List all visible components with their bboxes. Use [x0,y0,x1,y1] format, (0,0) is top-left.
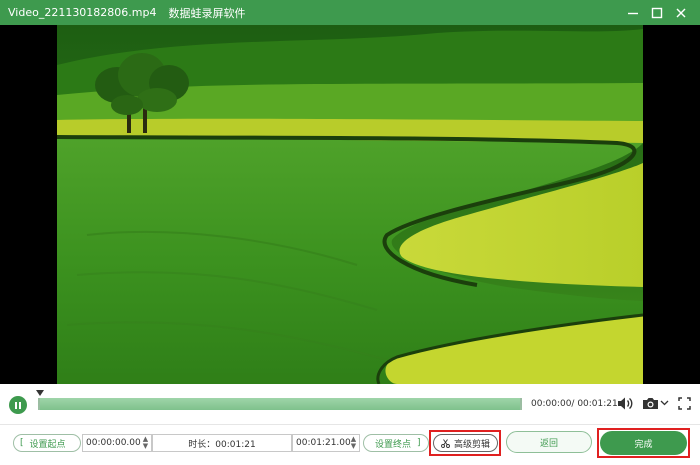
playback-controls: 00:00:00/ 00:01:21 [0,384,700,424]
playhead-handle[interactable] [36,390,44,396]
chevron-down-icon[interactable] [660,400,669,406]
advanced-edit-label: 高级剪辑 [453,439,490,450]
end-time-stepper[interactable]: ▲ ▼ [350,436,357,450]
done-label: 完成 [634,439,653,450]
app-name: 数据蛙录屏软件 [168,6,246,20]
timeline-progress [40,398,520,410]
file-title: Video_221130182806.mp4 [8,6,157,19]
landscape-frame-image [57,25,643,384]
pause-button[interactable] [9,396,27,414]
set-start-label: 设置起点 [29,439,66,450]
start-time-field[interactable]: 00:00:00.00 ▲ ▼ [82,434,152,452]
maximize-icon[interactable] [644,0,670,25]
bracket-left-icon: [ [20,438,24,448]
timeline-track[interactable] [36,390,522,410]
set-end-label: 设置终点 [375,439,412,450]
back-label: 返回 [539,438,558,449]
start-time-stepper[interactable]: ▲ ▼ [142,436,149,450]
close-icon[interactable] [668,0,694,25]
camera-icon[interactable] [642,396,659,411]
back-button[interactable]: 返回 [506,431,592,453]
pause-icon [15,401,17,409]
duration-display: 时长：00:01:21 [152,434,292,452]
minimize-icon[interactable] [620,0,646,25]
duration-label: 时长：00:01:21 [188,439,256,450]
end-time-field[interactable]: 00:01:21.00 ▲ ▼ [292,434,360,452]
stepper-down-icon[interactable]: ▼ [351,443,356,450]
set-start-button[interactable]: [ 设置起点 [13,434,81,452]
title-bar: Video_221130182806.mp4 数据蛙录屏软件 [0,0,700,25]
done-button[interactable]: 完成 [600,431,687,455]
advanced-edit-button[interactable]: 高级剪辑 [433,434,498,452]
fullscreen-icon[interactable] [678,397,691,410]
set-end-button[interactable]: 设置终点 ] [363,434,429,452]
scissors-icon [441,438,450,448]
edit-controls: [ 设置起点 00:00:00.00 ▲ ▼ 时长：00:01:21 00:01… [0,424,700,465]
end-time-value: 00:01:21.00 [296,438,351,448]
time-display: 00:00:00/ 00:01:21 [531,399,618,409]
pause-icon-bar [19,401,21,409]
start-time-value: 00:00:00.00 [86,438,141,448]
stepper-down-icon[interactable]: ▼ [143,443,148,450]
volume-icon[interactable] [617,396,634,411]
video-preview[interactable] [0,25,700,384]
video-frame [57,25,643,384]
bracket-right-icon: ] [417,438,421,448]
